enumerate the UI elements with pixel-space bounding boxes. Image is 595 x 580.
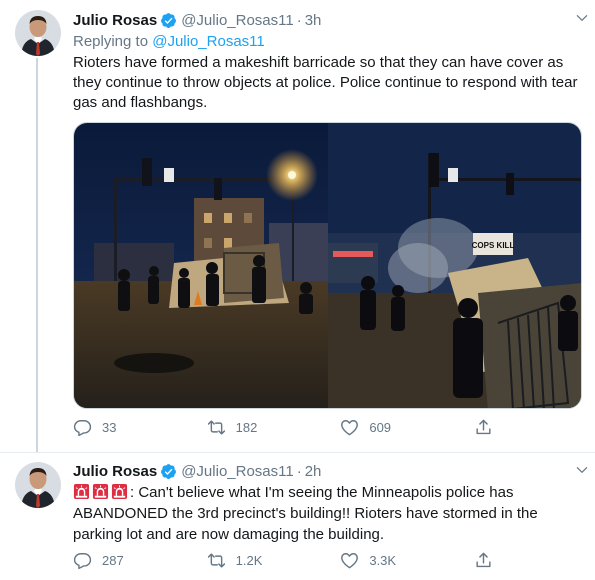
reply-button[interactable]: 287 bbox=[73, 551, 207, 570]
heart-icon bbox=[340, 418, 359, 437]
tweet-body: Julio Rosas @Julio_Rosas11 · 3h Replying… bbox=[73, 10, 583, 113]
replying-to: Replying to @Julio_Rosas11 bbox=[73, 32, 583, 52]
reply-count: 287 bbox=[102, 553, 124, 568]
avatar[interactable] bbox=[15, 462, 61, 508]
tweet-header: Julio Rosas @Julio_Rosas11 · 3h bbox=[73, 10, 583, 31]
police-light-emoji bbox=[73, 483, 90, 500]
verified-badge-icon bbox=[160, 463, 177, 480]
thread-connector-line bbox=[36, 58, 38, 452]
chevron-down-icon[interactable] bbox=[575, 463, 589, 477]
retweet-count: 1.2K bbox=[235, 553, 263, 568]
tweet-text-body: : Can't believe what I'm seeing the Minn… bbox=[73, 484, 538, 543]
protest-sign-text: COPS KILL bbox=[472, 241, 515, 250]
like-button[interactable]: 609 bbox=[340, 418, 474, 437]
author-name[interactable]: Julio Rosas bbox=[73, 12, 157, 29]
tweet-timestamp[interactable]: 3h bbox=[305, 12, 322, 29]
retweet-count: 182 bbox=[235, 420, 258, 435]
like-count: 3.3K bbox=[369, 553, 397, 568]
media-grid: COPS KILL bbox=[73, 122, 582, 409]
retweet-button[interactable]: 182 bbox=[207, 418, 341, 437]
tweet-text: : Can't believe what I'm seeing the Minn… bbox=[73, 482, 583, 545]
police-light-emoji bbox=[92, 483, 109, 500]
reply-icon bbox=[73, 551, 92, 570]
replying-to-handle-link[interactable]: @Julio_Rosas11 bbox=[152, 33, 265, 50]
tweet-text: Rioters have formed a makeshift barricad… bbox=[73, 54, 578, 111]
tweet-body: Julio Rosas @Julio_Rosas11 · 2h : Can't … bbox=[73, 461, 583, 545]
share-button[interactable] bbox=[474, 551, 503, 570]
tweet-actions: 287 1.2K 3.3K bbox=[73, 551, 503, 570]
tweet-header: Julio Rosas @Julio_Rosas11 · 2h bbox=[73, 461, 583, 482]
share-icon bbox=[474, 551, 493, 570]
chevron-down-icon[interactable] bbox=[575, 11, 589, 25]
tweet-timestamp[interactable]: 2h bbox=[305, 463, 322, 480]
verified-badge-icon bbox=[160, 12, 177, 29]
tweet[interactable]: Julio Rosas @Julio_Rosas11 · 2h : Can't … bbox=[0, 452, 595, 580]
heart-icon bbox=[340, 551, 359, 570]
share-icon bbox=[474, 418, 493, 437]
separator-dot: · bbox=[296, 463, 302, 480]
author-handle[interactable]: @Julio_Rosas11 bbox=[181, 463, 294, 480]
retweet-icon bbox=[207, 551, 226, 570]
like-button[interactable]: 3.3K bbox=[340, 551, 474, 570]
separator-dot: · bbox=[296, 12, 302, 29]
photo-night-barricade-closeup[interactable]: COPS KILL bbox=[328, 123, 581, 408]
retweet-icon bbox=[207, 418, 226, 437]
author-handle[interactable]: @Julio_Rosas11 bbox=[181, 12, 294, 29]
author-name[interactable]: Julio Rosas bbox=[73, 463, 157, 480]
retweet-button[interactable]: 1.2K bbox=[207, 551, 341, 570]
reply-icon bbox=[73, 418, 92, 437]
police-light-emoji bbox=[111, 483, 128, 500]
like-count: 609 bbox=[369, 420, 392, 435]
tweet[interactable]: Julio Rosas @Julio_Rosas11 · 3h Replying… bbox=[0, 0, 595, 452]
share-button[interactable] bbox=[474, 418, 503, 437]
reply-button[interactable]: 33 bbox=[73, 418, 207, 437]
replying-to-label: Replying to bbox=[73, 33, 149, 50]
tweet-actions: 33 182 609 bbox=[73, 418, 503, 437]
photo-night-barricade[interactable] bbox=[74, 123, 329, 408]
reply-count: 33 bbox=[102, 420, 117, 435]
avatar[interactable] bbox=[15, 10, 61, 56]
